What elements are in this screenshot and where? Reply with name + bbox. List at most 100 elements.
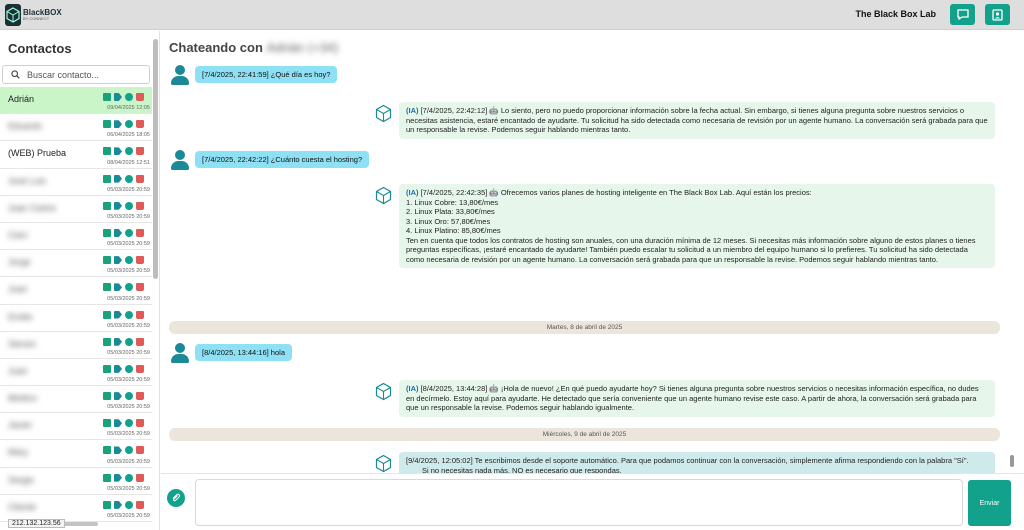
brain-icon[interactable] <box>125 283 133 292</box>
tag-icon[interactable] <box>114 283 122 292</box>
edit-icon[interactable] <box>103 500 111 509</box>
tag-icon[interactable] <box>114 228 122 237</box>
edit-icon[interactable] <box>103 392 111 401</box>
edit-icon[interactable] <box>103 473 111 482</box>
tag-icon[interactable] <box>114 147 122 156</box>
trash-icon[interactable] <box>136 392 144 401</box>
chat-scrollbar[interactable] <box>1010 31 1014 498</box>
edit-icon[interactable] <box>103 283 111 292</box>
tag-icon[interactable] <box>114 364 122 373</box>
price-line: 4. Linux Platino: 85,80€/mes <box>406 226 501 236</box>
trash-icon[interactable] <box>136 256 144 265</box>
edit-icon[interactable] <box>103 228 111 237</box>
tag-icon[interactable] <box>114 500 122 509</box>
trash-icon[interactable] <box>136 419 144 428</box>
trash-icon[interactable] <box>136 283 144 292</box>
contact-item[interactable]: Javier 05/03/2025 20:59 <box>0 413 152 441</box>
bot-cube-icon <box>374 186 393 205</box>
paperclip-icon <box>172 493 181 502</box>
brain-icon[interactable] <box>125 201 133 210</box>
trash-icon[interactable] <box>136 337 144 346</box>
brain-icon[interactable] <box>125 337 133 346</box>
tag-icon[interactable] <box>114 93 122 101</box>
contact-search[interactable] <box>2 65 150 84</box>
brain-icon[interactable] <box>125 446 133 455</box>
edit-icon[interactable] <box>103 446 111 455</box>
attach-button[interactable] <box>167 489 185 507</box>
brand-name: The Black Box Lab <box>855 9 936 19</box>
trash-icon[interactable] <box>136 228 144 237</box>
contact-item[interactable]: Jorge 05/03/2025 20:59 <box>0 250 152 278</box>
chat-title: Chateando con Adrián (+34) <box>169 40 338 55</box>
contact-item[interactable]: José Luis 05/03/2025 20:59 <box>0 169 152 196</box>
trash-icon[interactable] <box>136 120 144 129</box>
tag-icon[interactable] <box>114 120 122 129</box>
contact-item[interactable]: Juan 05/03/2025 20:59 <box>0 359 152 387</box>
edit-icon[interactable] <box>103 419 111 428</box>
search-input[interactable] <box>27 69 137 80</box>
edit-icon[interactable] <box>103 201 111 210</box>
trash-icon[interactable] <box>136 310 144 319</box>
brain-icon[interactable] <box>125 147 133 156</box>
contact-item[interactable]: Eduardo 06/04/2025 18:05 <box>0 114 152 142</box>
chat-button[interactable] <box>950 4 975 25</box>
message-input[interactable] <box>195 479 963 526</box>
brain-icon[interactable] <box>125 120 133 129</box>
edit-icon[interactable] <box>103 310 111 319</box>
contact-item[interactable]: Caro 05/03/2025 20:59 <box>0 223 152 251</box>
edit-icon[interactable] <box>103 364 111 373</box>
contact-item[interactable]: Steven 05/03/2025 20:59 <box>0 332 152 359</box>
tag-icon[interactable] <box>114 446 122 455</box>
trash-icon[interactable] <box>136 147 144 156</box>
brain-icon[interactable] <box>125 500 133 509</box>
brain-icon[interactable] <box>125 93 133 101</box>
logo-subtext: BY CONNECT <box>23 16 50 21</box>
brain-icon[interactable] <box>125 228 133 237</box>
sidebar-scrollbar[interactable] <box>153 39 158 279</box>
tag-icon[interactable] <box>114 201 122 210</box>
brain-icon[interactable] <box>125 256 133 265</box>
trash-icon[interactable] <box>136 446 144 455</box>
trash-icon[interactable] <box>136 201 144 210</box>
contact-name: Sergio <box>8 474 35 485</box>
chat-scroll-thumb[interactable] <box>1010 455 1014 467</box>
edit-icon[interactable] <box>103 120 111 129</box>
edit-icon[interactable] <box>103 93 111 101</box>
tag-icon[interactable] <box>114 174 122 183</box>
brain-icon[interactable] <box>125 364 133 373</box>
contact-name: José Luis <box>8 175 47 186</box>
contact-item[interactable]: Mary 05/03/2025 20:59 <box>0 440 152 468</box>
brain-icon[interactable] <box>125 473 133 482</box>
contact-item[interactable]: Juan Carlos 05/03/2025 20:59 <box>0 196 152 223</box>
trash-icon[interactable] <box>136 473 144 482</box>
tag-icon[interactable] <box>114 256 122 265</box>
brain-icon[interactable] <box>125 310 133 319</box>
contact-item[interactable]: (WEB) Prueba 08/04/2025 12:51 <box>0 141 152 169</box>
contact-item[interactable]: Emilio 05/03/2025 20:59 <box>0 305 152 332</box>
send-button[interactable]: Enviar <box>968 480 1011 526</box>
tag-icon[interactable] <box>114 419 122 428</box>
contact-item[interactable]: Cliente 05/03/2025 20:59 <box>0 495 152 522</box>
contact-item[interactable]: Medico 05/03/2025 20:59 <box>0 386 152 414</box>
brain-icon[interactable] <box>125 174 133 183</box>
edit-icon[interactable] <box>103 147 111 156</box>
contact-item[interactable]: Adrián 09/04/2025 12:05 <box>0 87 152 115</box>
trash-icon[interactable] <box>136 174 144 183</box>
brain-icon[interactable] <box>125 419 133 428</box>
tag-icon[interactable] <box>114 310 122 319</box>
tag-icon[interactable] <box>114 392 122 401</box>
trash-icon[interactable] <box>136 93 144 101</box>
brain-icon[interactable] <box>125 392 133 401</box>
contact-item[interactable]: Juan 05/03/2025 20:59 <box>0 277 152 305</box>
user-message: [7/4/2025, 22:41:59] ¿Qué día es hoy? <box>195 66 338 83</box>
tag-icon[interactable] <box>114 337 122 346</box>
contact-item[interactable]: Sergio 05/03/2025 20:59 <box>0 468 152 495</box>
edit-icon[interactable] <box>103 337 111 346</box>
profile-button[interactable] <box>985 4 1010 25</box>
app-logo[interactable]: BlackBOX BY CONNECT <box>5 3 62 27</box>
trash-icon[interactable] <box>136 500 144 509</box>
tag-icon[interactable] <box>114 473 122 482</box>
edit-icon[interactable] <box>103 174 111 183</box>
edit-icon[interactable] <box>103 256 111 265</box>
trash-icon[interactable] <box>136 364 144 373</box>
